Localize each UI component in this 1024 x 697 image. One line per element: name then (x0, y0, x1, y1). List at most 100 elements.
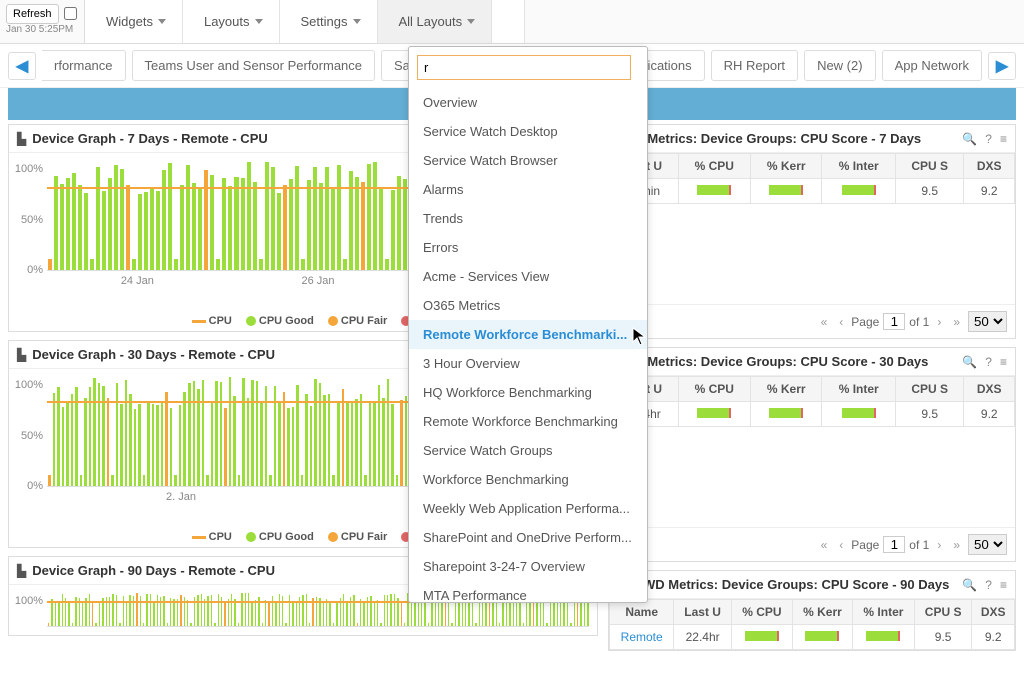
pager-page-input[interactable] (883, 536, 905, 553)
dropdown-item[interactable]: SharePoint and OneDrive Perform... (409, 523, 647, 552)
pager-label: Page (851, 538, 879, 552)
metric-bar (866, 631, 900, 641)
share-button[interactable] (492, 0, 525, 43)
metric-bar (769, 185, 803, 195)
metric-bar (745, 631, 779, 641)
metric-bar (842, 408, 876, 418)
dropdown-item[interactable]: MTA Performance (409, 581, 647, 602)
col-header[interactable]: CPU S (895, 154, 964, 179)
dropdown-item[interactable]: Service Watch Desktop (409, 117, 647, 146)
caret-down-icon (467, 19, 475, 24)
widget-title: SWD Metrics: Device Groups: CPU Score - … (634, 577, 956, 592)
all-layouts-dropdown: OverviewService Watch DesktopService Wat… (408, 46, 648, 603)
dropdown-item[interactable]: Alarms (409, 175, 647, 204)
pager-page-input[interactable] (883, 313, 905, 330)
col-header[interactable]: Last U (674, 600, 732, 625)
help-icon[interactable]: ? (985, 578, 992, 592)
y-label: 0% (13, 264, 43, 276)
search-icon[interactable]: 🔍 (962, 355, 977, 369)
cell-dxs: 9.2 (964, 179, 1015, 204)
table-row[interactable]: 22.4hr 9.5 9.2 (610, 402, 1015, 427)
pager-next[interactable]: › (933, 314, 945, 330)
dropdown-item[interactable]: Workforce Benchmarking (409, 465, 647, 494)
tab-item[interactable]: Teams User and Sensor Performance (132, 50, 375, 81)
cell-cpus: 9.5 (895, 179, 964, 204)
dropdown-item[interactable]: Overview (409, 88, 647, 117)
dropdown-item[interactable]: Service Watch Groups (409, 436, 647, 465)
col-header[interactable]: % Kerr (750, 377, 822, 402)
col-header[interactable]: % Inter (822, 377, 895, 402)
dropdown-item[interactable]: Remote Workforce Benchmarking (409, 407, 647, 436)
table-row[interactable]: 25min 9.5 9.2 (610, 179, 1015, 204)
auto-refresh-checkbox[interactable] (64, 7, 77, 20)
col-header[interactable]: CPU S (895, 377, 964, 402)
pager-first[interactable]: « (817, 537, 832, 553)
tab-item[interactable]: rformance (42, 50, 126, 81)
col-header[interactable]: % Inter (853, 600, 915, 625)
cell-dxs: 9.2 (972, 625, 1015, 650)
dropdown-item[interactable]: Sharepoint 3-24-7 Overview (409, 552, 647, 581)
widget-menu-icon[interactable]: ≡ (1000, 578, 1007, 592)
col-header[interactable]: % CPU (731, 600, 792, 625)
search-icon[interactable]: 🔍 (962, 132, 977, 146)
pager-next[interactable]: › (933, 537, 945, 553)
tab-item[interactable]: RH Report (711, 50, 798, 81)
cell-name[interactable]: Remote (610, 625, 674, 650)
caret-down-icon (353, 19, 361, 24)
col-header[interactable]: DXS (964, 377, 1015, 402)
dropdown-item[interactable]: Remote Workforce Benchmarki... (409, 320, 647, 349)
widget-menu-icon[interactable]: ≡ (1000, 132, 1007, 146)
metric-bar (697, 185, 731, 195)
col-header[interactable]: CPU S (914, 600, 972, 625)
dropdown-search-input[interactable] (417, 55, 631, 80)
tab-item[interactable]: New (2) (804, 50, 876, 81)
y-label: 100% (13, 595, 43, 607)
dropdown-item[interactable]: HQ Workforce Benchmarking (409, 378, 647, 407)
col-header[interactable]: DXS (972, 600, 1015, 625)
help-icon[interactable]: ? (985, 355, 992, 369)
metric-bar (805, 631, 839, 641)
col-header[interactable]: % Inter (822, 154, 895, 179)
dropdown-item[interactable]: Errors (409, 233, 647, 262)
dropdown-item[interactable]: 3 Hour Overview (409, 349, 647, 378)
layouts-menu-button[interactable]: Layouts (183, 0, 280, 43)
tab-scroll-left[interactable]: ◀ (8, 52, 36, 80)
pager-last[interactable]: » (949, 537, 964, 553)
table-row[interactable]: Remote 22.4hr 9.5 9.2 (610, 625, 1015, 650)
pager-size-select[interactable]: 50 (968, 311, 1007, 332)
dropdown-list[interactable]: OverviewService Watch DesktopService Wat… (409, 84, 647, 602)
dropdown-item[interactable]: O365 Metrics (409, 291, 647, 320)
dropdown-item[interactable]: Trends (409, 204, 647, 233)
dropdown-item[interactable]: Weekly Web Application Performa... (409, 494, 647, 523)
col-header[interactable]: % Kerr (750, 154, 822, 179)
all-layouts-menu-button[interactable]: All Layouts (378, 0, 493, 43)
col-header[interactable]: % CPU (678, 377, 750, 402)
col-header[interactable]: DXS (964, 154, 1015, 179)
metrics-table: Last U % CPU % Kerr % Inter CPU S DXS 22… (609, 376, 1015, 427)
dropdown-item[interactable]: Acme - Services View (409, 262, 647, 291)
search-icon[interactable]: 🔍 (962, 578, 977, 592)
dropdown-item[interactable]: Service Watch Browser (409, 146, 647, 175)
pager-label: Page (851, 315, 879, 329)
pager-prev[interactable]: ‹ (835, 314, 847, 330)
x-label: 2. Jan (166, 491, 196, 503)
widget-menu-icon[interactable]: ≡ (1000, 355, 1007, 369)
pager-first[interactable]: « (817, 314, 832, 330)
pager-last[interactable]: » (949, 314, 964, 330)
widget-metrics-90d: ▦ SWD Metrics: Device Groups: CPU Score … (608, 570, 1016, 651)
widgets-menu-button[interactable]: Widgets (85, 0, 183, 43)
tab-scroll-right[interactable]: ▶ (988, 52, 1016, 80)
help-icon[interactable]: ? (985, 132, 992, 146)
col-header[interactable]: Name (610, 600, 674, 625)
all-layouts-label: All Layouts (399, 14, 463, 29)
col-header[interactable]: % Kerr (792, 600, 852, 625)
metric-bar (697, 408, 731, 418)
pager-prev[interactable]: ‹ (835, 537, 847, 553)
refresh-button[interactable]: Refresh (6, 4, 59, 24)
y-label: 50% (13, 430, 43, 442)
pager-size-select[interactable]: 50 (968, 534, 1007, 555)
settings-menu-button[interactable]: Settings (280, 0, 378, 43)
col-header[interactable]: % CPU (678, 154, 750, 179)
y-label: 50% (13, 214, 43, 226)
tab-item[interactable]: App Network (882, 50, 982, 81)
